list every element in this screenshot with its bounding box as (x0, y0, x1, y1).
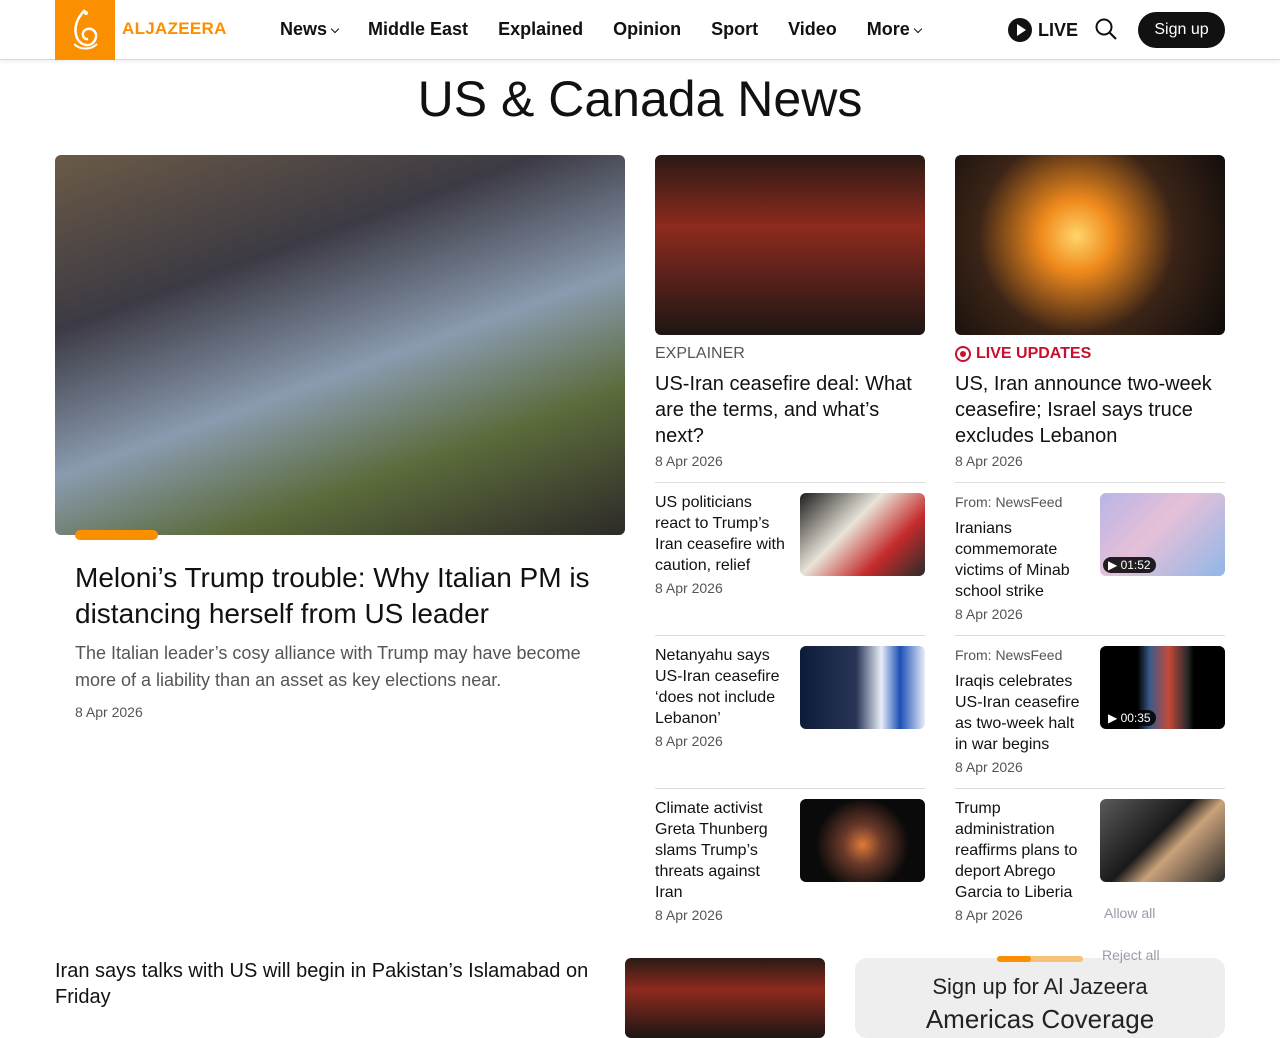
page-title: US & Canada News (417, 71, 863, 127)
card-date: 8 Apr 2026 (955, 453, 1023, 469)
list-item-date: 8 Apr 2026 (655, 733, 723, 749)
cookie-allow-all-button[interactable]: Allow all (1104, 905, 1155, 921)
site-header: ALJAZEERA News Middle East Explained Opi… (0, 0, 1280, 60)
card-image-live-updates[interactable] (955, 155, 1225, 335)
list-item-headline[interactable]: US politicians react to Trump’s Iran cea… (655, 492, 790, 576)
chevron-down-icon (330, 24, 340, 34)
chevron-down-icon (913, 24, 923, 34)
live-label: LIVE (1038, 19, 1079, 40)
nav-item-label: More (866, 19, 910, 39)
list-item-date: 8 Apr 2026 (955, 907, 1023, 923)
list-item-headline[interactable]: Iraqis celebrates US-Iran ceasefire as t… (955, 671, 1090, 755)
card-headline[interactable]: US-Iran ceasefire deal: What are the ter… (655, 371, 925, 449)
live-dot-icon (955, 346, 971, 362)
list-item-headline[interactable]: Climate activist Greta Thunberg slams Tr… (655, 798, 790, 903)
logo-wordmark[interactable]: ALJAZEERA (122, 19, 227, 39)
list-item-headline[interactable]: Netanyahu says US-Iran ceasefire ‘does n… (655, 645, 790, 729)
list-item-date: 8 Apr 2026 (655, 580, 723, 596)
divider (955, 482, 1225, 483)
nav-item-label: News (280, 19, 328, 39)
newsletter-signup-box[interactable]: Sign up for Al Jazeera Americas Coverage (855, 958, 1225, 1038)
card-date: 8 Apr 2026 (655, 453, 723, 469)
hero-headline[interactable]: Meloni’s Trump trouble: Why Italian PM i… (75, 560, 605, 632)
search-icon (1095, 18, 1117, 40)
play-icon (1008, 18, 1032, 42)
hero-accent-bar (75, 530, 158, 540)
list-item-headline[interactable]: Iranians commemorate victims of Minab sc… (955, 518, 1090, 602)
divider (955, 788, 1225, 789)
card-kicker: LIVE UPDATES (976, 345, 1092, 362)
card-kicker: EXPLAINER (655, 345, 745, 362)
main-nav: News Middle East Explained Opinion Sport… (280, 19, 923, 41)
nav-item-more[interactable]: More (866, 19, 923, 41)
list-item-thumbnail[interactable] (800, 493, 925, 576)
card-headline[interactable]: US, Iran announce two-week ceasefire; Is… (955, 371, 1225, 449)
video-duration: 01:52 (1120, 558, 1151, 572)
list-item-date: 8 Apr 2026 (955, 606, 1023, 622)
nav-item-video[interactable]: Video (788, 19, 837, 41)
bottom-headline[interactable]: Iran says talks with US will begin in Pa… (55, 958, 595, 1010)
live-button[interactable]: LIVE (1008, 18, 1078, 42)
video-duration: 00:35 (1120, 711, 1151, 725)
hero-summary: The Italian leader’s cosy alliance with … (75, 643, 581, 690)
search-button[interactable] (1094, 17, 1118, 41)
cookie-reject-all-button[interactable]: Reject all (1102, 947, 1160, 963)
divider (955, 635, 1225, 636)
list-item-date: 8 Apr 2026 (955, 759, 1023, 775)
list-item-thumbnail[interactable] (1100, 799, 1225, 882)
signup-box-line1: Sign up for Al Jazeera (932, 974, 1148, 999)
hero-date: 8 Apr 2026 (75, 704, 143, 720)
nav-item-explained[interactable]: Explained (498, 19, 583, 41)
video-duration-badge: ▶ 01:52 (1103, 557, 1156, 573)
nav-item-opinion[interactable]: Opinion (613, 19, 681, 41)
video-thumbnail[interactable]: ▶ 01:52 (1100, 493, 1225, 576)
aljazeera-logo-icon (73, 9, 98, 50)
nav-item-sport[interactable]: Sport (711, 19, 758, 41)
signup-button[interactable]: Sign up (1138, 12, 1225, 48)
divider (655, 482, 925, 483)
list-item-date: 8 Apr 2026 (655, 907, 723, 923)
live-updates-kicker: LIVE UPDATES (955, 345, 1091, 363)
video-thumbnail[interactable]: ▶ 00:35 (1100, 646, 1225, 729)
hero-image[interactable] (55, 155, 625, 535)
video-duration-badge: ▶ 00:35 (1103, 710, 1156, 726)
cookie-progress-bar (997, 956, 1083, 962)
nav-item-news[interactable]: News (280, 19, 340, 41)
list-item-thumbnail[interactable] (800, 646, 925, 729)
list-item-headline[interactable]: Trump administration reaffirms plans to … (955, 798, 1090, 903)
divider (655, 788, 925, 789)
card-image-explainer[interactable] (655, 155, 925, 335)
list-item-thumbnail[interactable] (800, 799, 925, 882)
bottom-image[interactable] (625, 958, 825, 1038)
list-item-source: From: NewsFeed (955, 647, 1063, 663)
nav-item-middle-east[interactable]: Middle East (368, 19, 468, 41)
divider (655, 635, 925, 636)
list-item-source: From: NewsFeed (955, 494, 1063, 510)
aljazeera-logo[interactable] (55, 0, 115, 60)
signup-box-line2: Americas Coverage (925, 1004, 1155, 1034)
